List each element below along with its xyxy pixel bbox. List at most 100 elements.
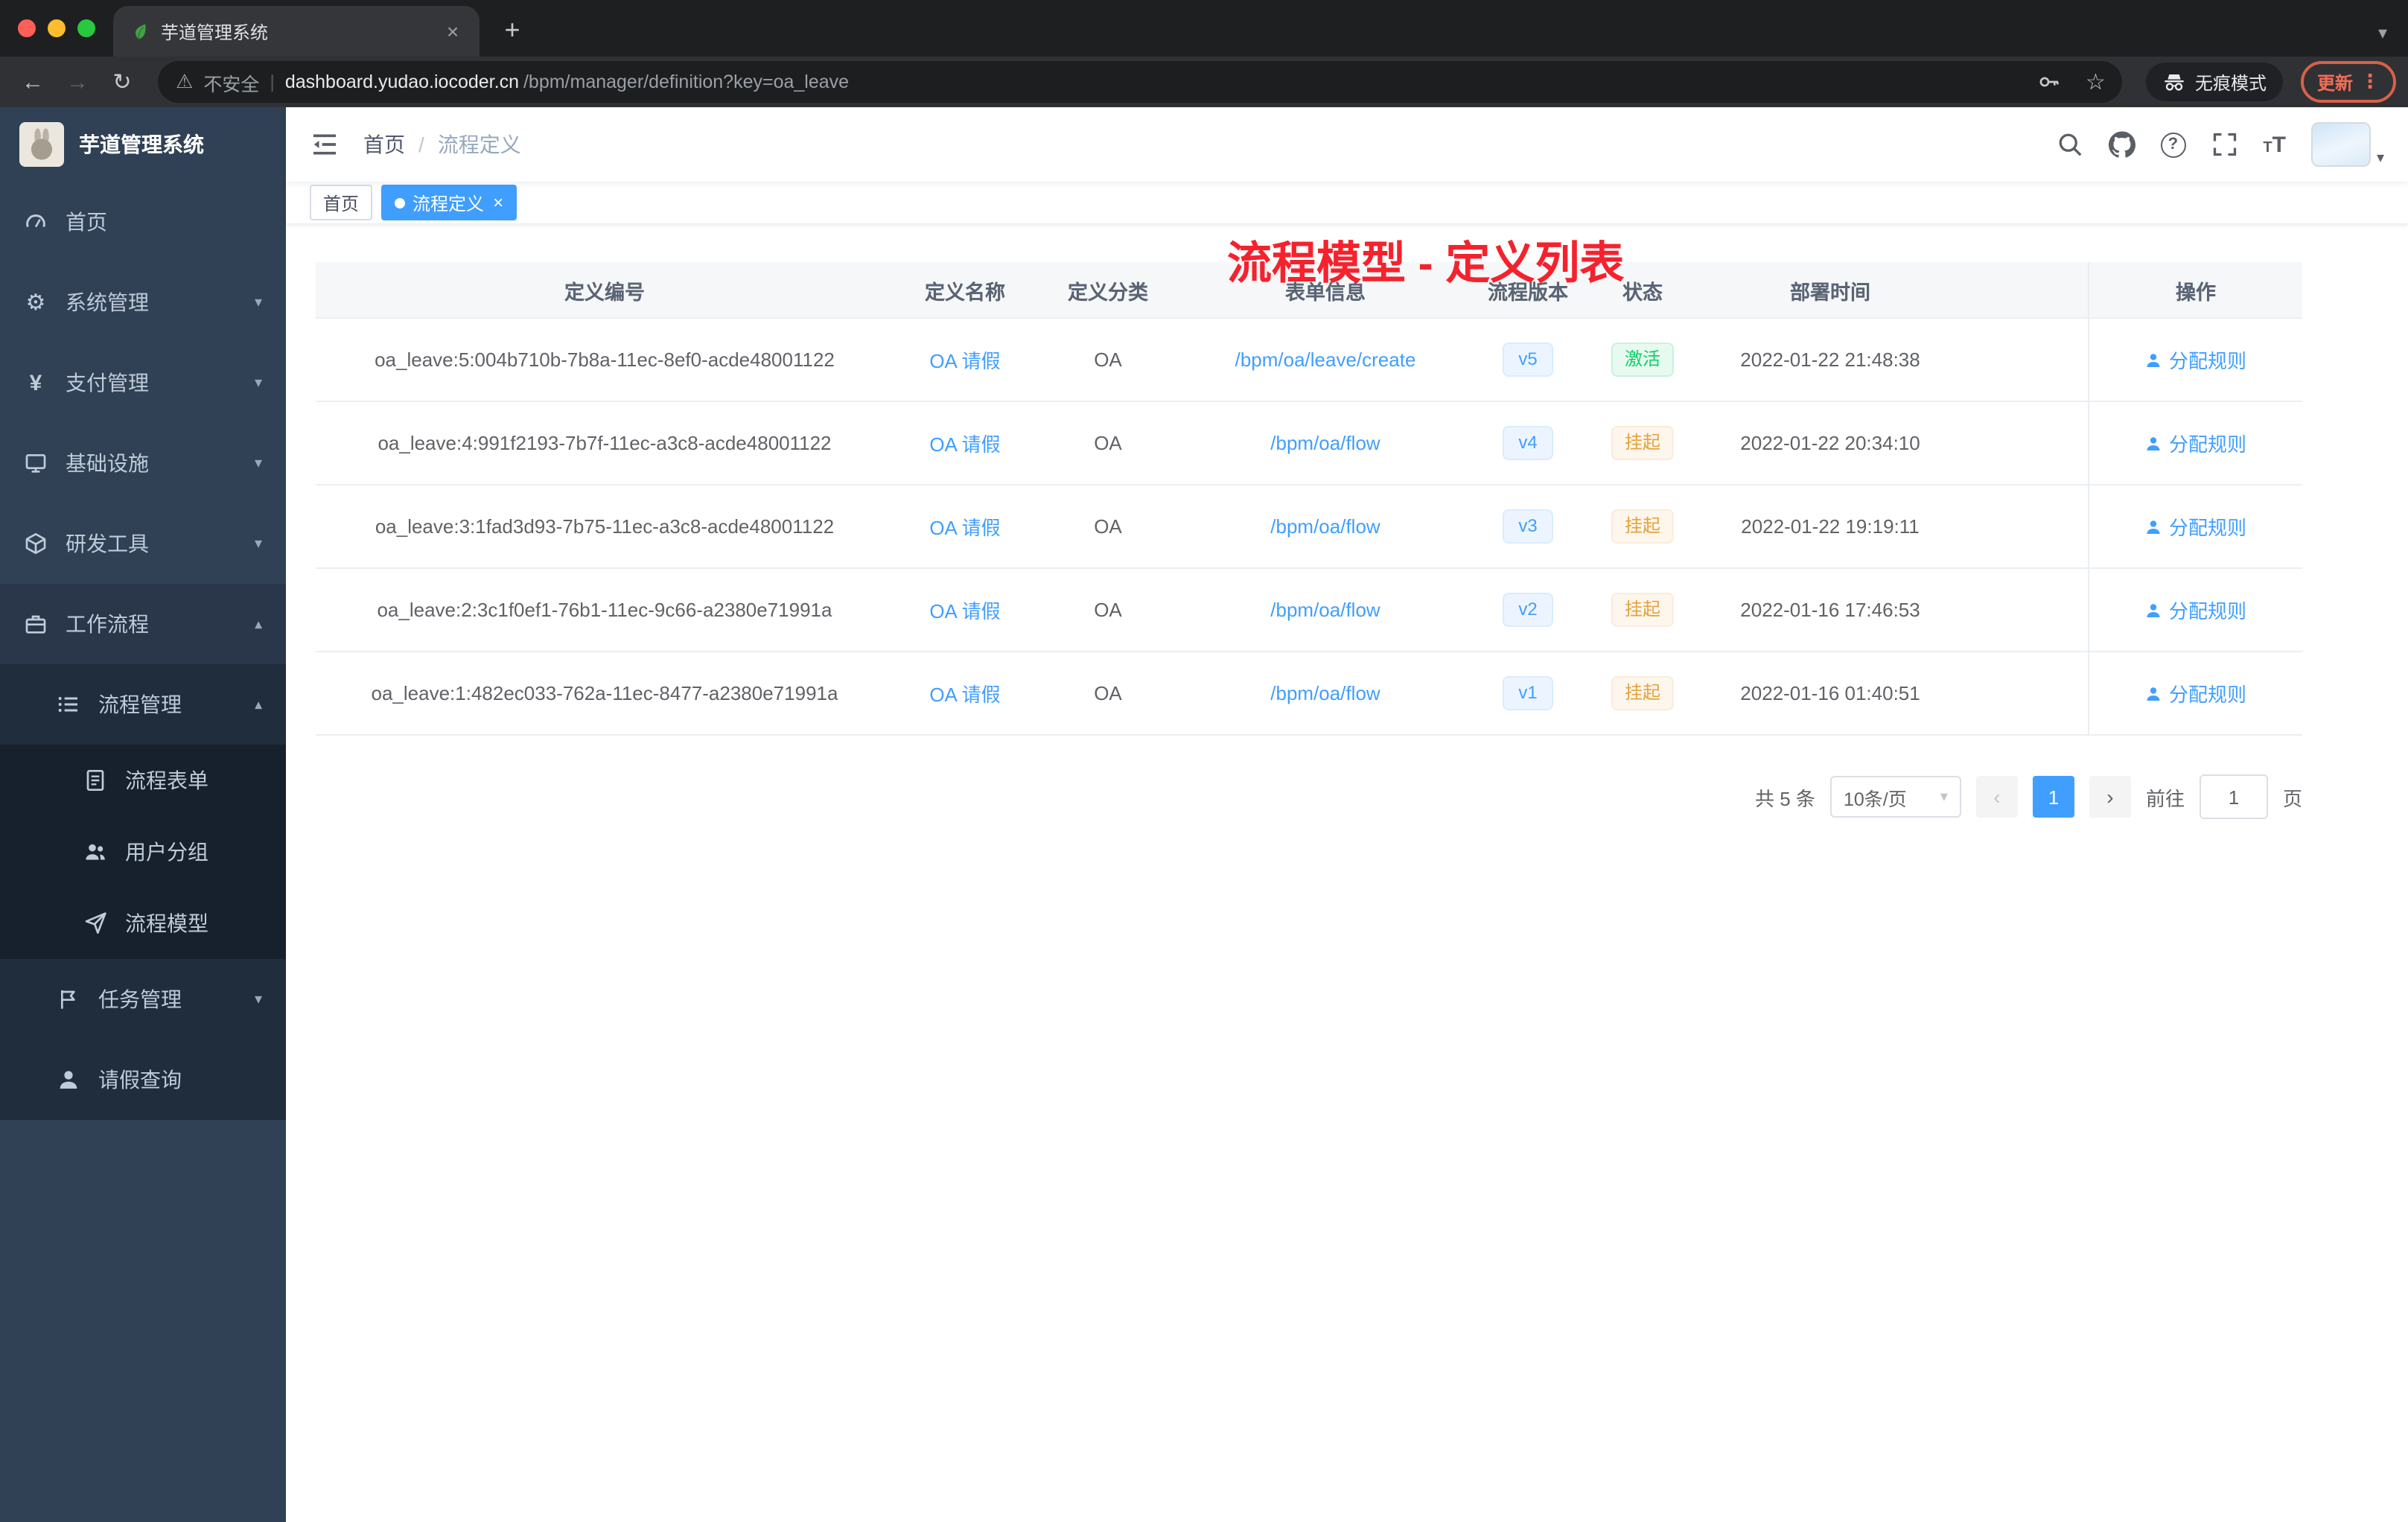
- definition-name-link[interactable]: OA 请假: [929, 512, 1000, 541]
- sidebar-item-task-management[interactable]: 任务管理 ▾: [0, 959, 286, 1039]
- next-page-button[interactable]: ›: [2089, 776, 2131, 818]
- github-icon[interactable]: [2108, 131, 2135, 158]
- tab-close-icon[interactable]: ×: [441, 19, 465, 43]
- users-icon: [83, 840, 107, 864]
- browser-toolbar: ← → ↻ ⚠ 不安全 | dashboard.yudao.iocoder.cn…: [0, 57, 2408, 107]
- bookmark-star-icon[interactable]: ☆: [2078, 69, 2113, 95]
- tab-title: 芋道管理系统: [161, 22, 269, 42]
- version-badge: v1: [1502, 676, 1554, 710]
- deploy-time: 2022-01-22 21:48:38: [1740, 348, 1920, 371]
- dashboard-icon: [24, 210, 48, 234]
- browser-update-button[interactable]: 更新 ⋮: [2300, 61, 2396, 103]
- chevron-down-icon: ▾: [254, 294, 262, 311]
- browser-tab[interactable]: 芋道管理系统 ×: [113, 6, 480, 57]
- form-link[interactable]: /bpm/oa/leave/create: [1235, 348, 1416, 371]
- fullscreen-icon[interactable]: [2211, 131, 2237, 158]
- definition-category: OA: [1094, 348, 1122, 371]
- sidebar-item-dev-tools[interactable]: 研发工具 ▾: [0, 503, 286, 584]
- assign-rule-link[interactable]: 分配规则: [2145, 679, 2246, 707]
- navbar-actions: ? TT ▾: [2056, 122, 2384, 167]
- table-row: oa_leave:3:1fad3d93-7b75-11ec-a3c8-acde4…: [316, 485, 2302, 569]
- definition-id: oa_leave:1:482ec033-762a-11ec-8477-a2380…: [371, 682, 838, 704]
- new-tab-button[interactable]: +: [497, 15, 527, 46]
- page-number-button[interactable]: 1: [2032, 776, 2074, 818]
- assign-rule-link[interactable]: 分配规则: [2145, 346, 2246, 374]
- assign-rule-link[interactable]: 分配规则: [2145, 429, 2246, 457]
- security-label[interactable]: 不安全: [203, 68, 259, 96]
- url-path: /bpm/manager/definition?key=oa_leave: [523, 71, 850, 92]
- sidebar-logo[interactable]: 芋道管理系统: [0, 107, 286, 182]
- address-bar[interactable]: ⚠ 不安全 | dashboard.yudao.iocoder.cn/bpm/m…: [158, 61, 2122, 103]
- row-spacer: [1960, 652, 2088, 734]
- table-row: oa_leave:1:482ec033-762a-11ec-8477-a2380…: [316, 652, 2302, 736]
- definition-id: oa_leave:5:004b710b-7b8a-11ec-8ef0-acde4…: [375, 348, 835, 371]
- table-row: oa_leave:4:991f2193-7b7f-11ec-a3c8-acde4…: [316, 402, 2302, 485]
- forward-button[interactable]: →: [57, 69, 98, 95]
- form-link[interactable]: /bpm/oa/flow: [1270, 432, 1380, 454]
- breadcrumb-home[interactable]: 首页: [363, 130, 405, 159]
- assign-rule-link[interactable]: 分配规则: [2145, 512, 2246, 541]
- avatar[interactable]: [2310, 122, 2371, 167]
- form-link[interactable]: /bpm/oa/flow: [1270, 515, 1380, 538]
- logo-title: 芋道管理系统: [79, 133, 204, 156]
- form-link[interactable]: /bpm/oa/flow: [1270, 682, 1380, 704]
- minimize-window-button[interactable]: [48, 19, 66, 37]
- sidebar-item-leave-query[interactable]: 请假查询: [0, 1039, 286, 1120]
- col-actions: 操作: [2088, 262, 2302, 317]
- sidebar-item-process-form[interactable]: 流程表单: [0, 745, 286, 816]
- sidebar-item-infrastructure[interactable]: 基础设施 ▾: [0, 423, 286, 503]
- hamburger-icon[interactable]: [310, 130, 340, 159]
- definition-category: OA: [1094, 682, 1122, 704]
- version-badge: v4: [1502, 426, 1554, 460]
- tag-process-definition[interactable]: 流程定义 ×: [381, 185, 517, 220]
- close-icon[interactable]: ×: [493, 192, 503, 213]
- font-size-icon[interactable]: TT: [2263, 133, 2286, 156]
- row-spacer: [1960, 569, 2088, 651]
- row-spacer: [1960, 319, 2088, 401]
- breadcrumb-separator: /: [418, 133, 424, 156]
- chevron-down-icon: ▾: [254, 455, 262, 471]
- reload-button[interactable]: ↻: [101, 69, 143, 95]
- definition-category: OA: [1094, 432, 1122, 454]
- password-key-icon[interactable]: [2029, 70, 2068, 94]
- table-row: oa_leave:2:3c1f0ef1-76b1-11ec-9c66-a2380…: [316, 569, 2302, 652]
- page-size-select[interactable]: 10条/页 ▾: [1829, 776, 1961, 818]
- goto-page-input[interactable]: [2199, 774, 2268, 819]
- form-link[interactable]: /bpm/oa/flow: [1270, 599, 1380, 621]
- definition-name-link[interactable]: OA 请假: [929, 429, 1000, 457]
- search-icon[interactable]: [2056, 131, 2083, 158]
- sidebar-item-process-model[interactable]: 流程模型: [0, 888, 286, 959]
- chevron-up-icon: ▾: [254, 696, 262, 713]
- sidebar-item-home[interactable]: 首页: [0, 182, 286, 262]
- warning-icon: ⚠: [176, 70, 194, 92]
- prev-page-button[interactable]: ‹: [1975, 776, 2018, 818]
- sidebar-item-user-group[interactable]: 用户分组: [0, 816, 286, 888]
- definition-name-link[interactable]: OA 请假: [929, 346, 1000, 374]
- sidebar-item-workflow[interactable]: 工作流程 ▾: [0, 584, 286, 664]
- tags-view: 首页 流程定义 ×: [286, 182, 2408, 223]
- url-host: dashboard.yudao.iocoder.cn: [284, 71, 519, 92]
- assign-rule-link[interactable]: 分配规则: [2145, 596, 2246, 624]
- tab-search-chevron-icon[interactable]: ▾: [2378, 22, 2387, 43]
- tag-home[interactable]: 首页: [310, 185, 373, 220]
- sidebar-item-process-management[interactable]: 流程管理 ▾: [0, 664, 286, 745]
- chevron-down-icon: ▾: [254, 535, 262, 552]
- col-definition-id: 定义编号: [564, 281, 645, 303]
- definition-name-link[interactable]: OA 请假: [929, 596, 1000, 624]
- user-menu[interactable]: ▾: [2310, 122, 2384, 167]
- zoom-window-button[interactable]: [77, 19, 95, 37]
- help-icon[interactable]: ?: [2160, 132, 2186, 157]
- deploy-time: 2022-01-22 20:34:10: [1740, 432, 1920, 454]
- definition-name-link[interactable]: OA 请假: [929, 679, 1000, 707]
- user-icon: [2145, 684, 2163, 702]
- sidebar-item-payment-management[interactable]: ¥ 支付管理 ▾: [0, 343, 286, 423]
- gear-icon: ⚙: [25, 290, 46, 316]
- definition-table: 定义编号 定义名称 定义分类 表单信息 流程版本 状态 部署时间 操作 oa_l…: [316, 262, 2302, 736]
- col-status: 状态: [1622, 281, 1663, 303]
- caret-down-icon: ▾: [2376, 150, 2384, 167]
- close-window-button[interactable]: [18, 19, 36, 37]
- menu-dots-icon[interactable]: ⋮: [2360, 70, 2380, 94]
- yen-icon: ¥: [29, 370, 42, 395]
- sidebar-item-system-management[interactable]: ⚙ 系统管理 ▾: [0, 262, 286, 343]
- back-button[interactable]: ←: [12, 69, 54, 95]
